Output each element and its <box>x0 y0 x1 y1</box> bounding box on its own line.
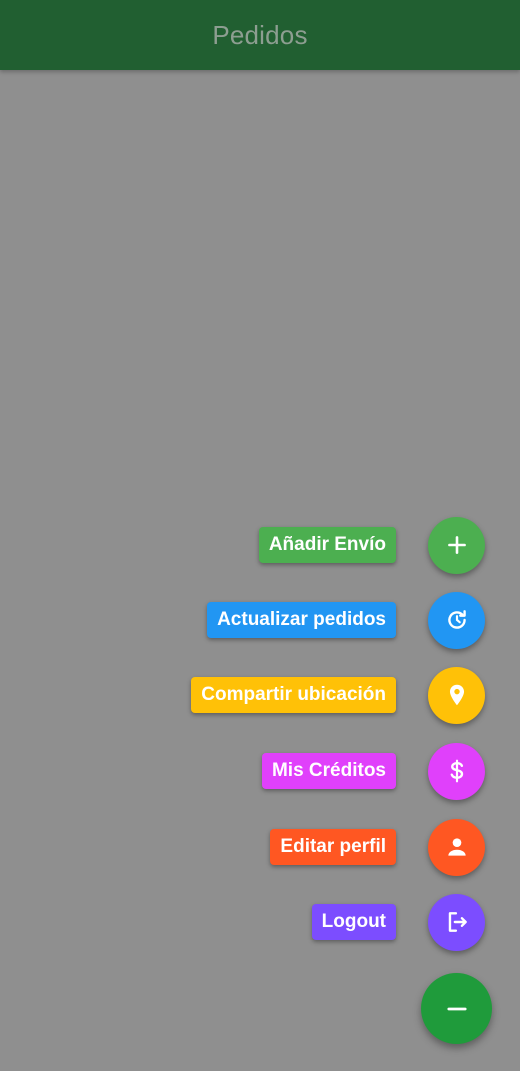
speed-dial-menu: Añadir Envío Actualizar pedidos Comparti… <box>0 0 520 1071</box>
refresh-orders-button[interactable] <box>428 591 485 649</box>
speed-dial-action-refresh-orders[interactable]: Actualizar pedidos <box>207 591 485 649</box>
location-pin-icon <box>449 684 464 706</box>
refresh-orders-label[interactable]: Actualizar pedidos <box>207 602 396 638</box>
refresh-clock-icon <box>447 610 466 629</box>
minus-icon <box>446 1007 467 1010</box>
speed-dial-action-edit-profile[interactable]: Editar perfil <box>270 818 485 876</box>
speed-dial-action-share-location[interactable]: Compartir ubicación <box>191 666 485 724</box>
speed-dial-action-logout[interactable]: Logout <box>311 893 485 951</box>
edit-profile-label[interactable]: Editar perfil <box>270 829 396 865</box>
logout-label[interactable]: Logout <box>311 904 396 940</box>
share-location-button[interactable] <box>428 666 485 724</box>
dollar-icon <box>450 759 463 783</box>
logout-icon <box>448 912 467 932</box>
my-credits-label[interactable]: Mis Créditos <box>261 753 396 789</box>
add-shipment-label[interactable]: Añadir Envío <box>258 527 396 563</box>
speed-dial-toggle-button[interactable] <box>421 973 492 1044</box>
share-location-label[interactable]: Compartir ubicación <box>191 677 396 713</box>
plus-icon <box>447 536 466 554</box>
person-icon <box>447 838 466 856</box>
edit-profile-button[interactable] <box>428 818 485 876</box>
my-credits-button[interactable] <box>428 742 485 800</box>
speed-dial-action-add-shipment[interactable]: Añadir Envío <box>258 516 485 574</box>
add-shipment-button[interactable] <box>428 516 485 574</box>
logout-button[interactable] <box>428 893 485 951</box>
speed-dial-action-my-credits[interactable]: Mis Créditos <box>261 742 485 800</box>
